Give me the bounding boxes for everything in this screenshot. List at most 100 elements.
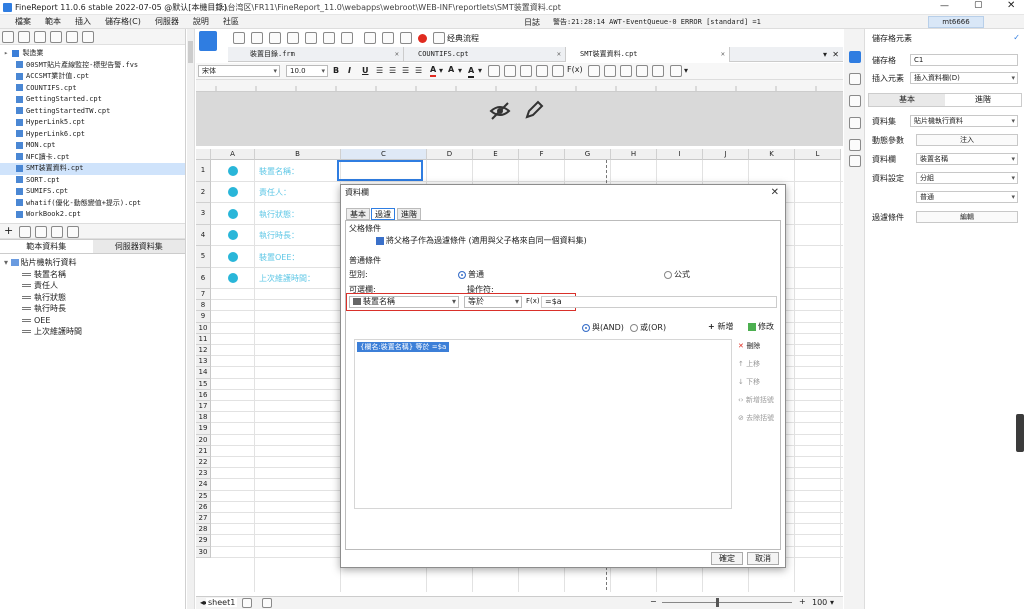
add-dataset-icon[interactable]: + [4,225,13,237]
cell-attribute-icon[interactable] [849,51,861,63]
tree-file-item[interactable]: 00SMT貼片產線監控-標型告警.fvs [0,60,185,72]
zoom-out-icon[interactable]: − [650,597,657,606]
row-header[interactable]: 16 [196,389,211,401]
menu-item-1[interactable]: 範本 [38,15,68,29]
menu-item-2[interactable]: 插入 [68,15,98,29]
splitter[interactable] [187,29,195,609]
tree-file-item[interactable]: GettingStarted.cpt [0,94,185,106]
copy-icon[interactable] [66,31,78,43]
column-header[interactable]: H [611,149,657,160]
row-header[interactable]: 22 [196,457,211,469]
dialog-tab-filter[interactable]: 過濾 [371,208,395,220]
align-right-icon[interactable]: ☰ [402,66,409,75]
row-header[interactable]: 29 [196,535,211,547]
file-tab-1[interactable]: COUNTIFS.cpt ✕ [404,47,566,62]
row-header[interactable]: 30 [196,546,211,558]
row-header[interactable]: 17 [196,401,211,413]
link-icon[interactable] [849,155,861,167]
and-radio[interactable]: 與(AND) [582,322,624,333]
copy-icon[interactable] [305,32,317,44]
menu-item-5[interactable]: 說明 [186,15,216,29]
text-icon[interactable] [552,65,564,77]
tab-close-all-icon[interactable]: ✕ [832,47,839,62]
row-header[interactable]: 13 [196,356,211,368]
group-mode-select[interactable]: 普通 ▾ [916,191,1018,203]
dialog-tab-advanced[interactable]: 進階 [397,208,421,220]
row-header[interactable]: 1 [196,160,211,182]
column-header[interactable]: J [703,149,749,160]
preview-icon[interactable] [364,32,376,44]
operator-select[interactable]: 等於 ▾ [464,296,522,308]
row-header[interactable]: 18 [196,412,211,424]
column-header[interactable]: K [749,149,795,160]
move-up-button[interactable]: ↑ 上移 [738,358,780,370]
delete-condition-button[interactable]: ✕ 刪除 [738,340,780,352]
tree-file-item[interactable]: SUMIFS.cpt [0,186,185,198]
radio-icon[interactable] [664,270,672,279]
row-header[interactable]: 19 [196,423,211,435]
format-brush-icon[interactable] [341,32,353,44]
zoom-in-icon[interactable]: + [799,597,806,606]
open-icon[interactable] [18,31,30,43]
align-justify-icon[interactable]: ☰ [415,66,422,75]
row-header[interactable]: 20 [196,434,211,446]
template-type-icon[interactable] [199,31,217,51]
merge-cells-icon[interactable] [488,65,500,77]
slash-icon[interactable] [620,65,632,77]
chevron-down-icon[interactable]: ▾ [439,66,443,75]
row-header[interactable]: 5 [196,246,211,268]
formula-icon[interactable]: F(x) [526,297,540,305]
tab-basic[interactable]: 基本 [869,94,945,106]
dialog-tab-basic[interactable]: 基本 [346,208,370,220]
column-header[interactable]: G [565,149,611,160]
minimize-icon[interactable]: — [940,1,949,11]
delete-icon[interactable] [82,31,94,43]
edit-dataset-icon[interactable] [19,226,32,238]
bold-icon[interactable]: B [333,66,339,75]
tree-file-item[interactable]: whatif(優化-動態變值+提示).cpt [0,198,185,210]
row-header[interactable]: 3 [196,203,211,225]
error-icon[interactable] [418,34,427,43]
tab-template-dataset[interactable]: 範本資料集 [0,240,93,253]
row-header[interactable]: 26 [196,501,211,513]
undo-icon[interactable] [251,32,263,44]
condition-item[interactable]: {欄名:裝置名稱} 等於 =$a [357,342,450,352]
field-select[interactable]: 裝置名稱 ▾ [349,296,459,308]
radio-selected-icon[interactable] [582,323,590,332]
condition-list[interactable]: {欄名:裝置名稱} 等於 =$a [354,339,732,509]
selected-cell-c1[interactable] [337,160,423,181]
dataset-select[interactable]: 貼片機執行資料 ▾ [910,115,1018,127]
row-header[interactable]: 14 [196,367,211,379]
row-header[interactable]: 9 [196,311,211,323]
row-header[interactable]: 24 [196,479,211,491]
insert-element-select[interactable]: 插入資料欄(D) ▾ [910,72,1018,84]
row-header[interactable]: 25 [196,490,211,502]
ok-button[interactable]: 確定 [711,552,743,565]
tree-file-item[interactable]: SMT装置資料.cpt [0,163,185,175]
cell-name-input[interactable]: C1 [910,54,1018,66]
add-chart-sheet-icon[interactable] [262,598,272,608]
cut-icon[interactable] [287,32,299,44]
process-icon[interactable] [433,32,445,44]
dataset-field[interactable]: 上次維護時間 [4,326,185,338]
row-header[interactable]: 11 [196,333,211,345]
type-normal-radio[interactable]: 普通 [458,269,484,280]
insert-row-icon[interactable] [520,65,532,77]
dataset-field[interactable]: 裝置名稱 [4,269,185,281]
add-sheet-icon[interactable] [242,598,252,608]
close-window-icon[interactable]: ✕ [1007,0,1015,11]
font-family-select[interactable]: 宋体 ▾ [198,65,280,77]
paste-icon[interactable] [323,32,335,44]
save-icon[interactable] [233,32,245,44]
sheet-tab[interactable]: sheet1 [206,598,238,607]
add-bracket-button[interactable]: ‹› 新增括號 [738,394,780,406]
tree-file-item[interactable]: COUNTIFS.cpt [0,83,185,95]
column-header[interactable]: C [341,149,427,160]
tree-file-item[interactable]: SORT.cpt [0,175,185,187]
tree-file-item[interactable]: NFC讀卡.cpt [0,152,185,164]
tab-server-dataset[interactable]: 伺服器資料集 [92,240,185,253]
hide-parameters-icon[interactable] [489,100,511,122]
image-icon[interactable] [588,65,600,77]
row-header[interactable]: 2 [196,181,211,203]
chevron-down-icon[interactable]: ▾ [684,66,688,75]
